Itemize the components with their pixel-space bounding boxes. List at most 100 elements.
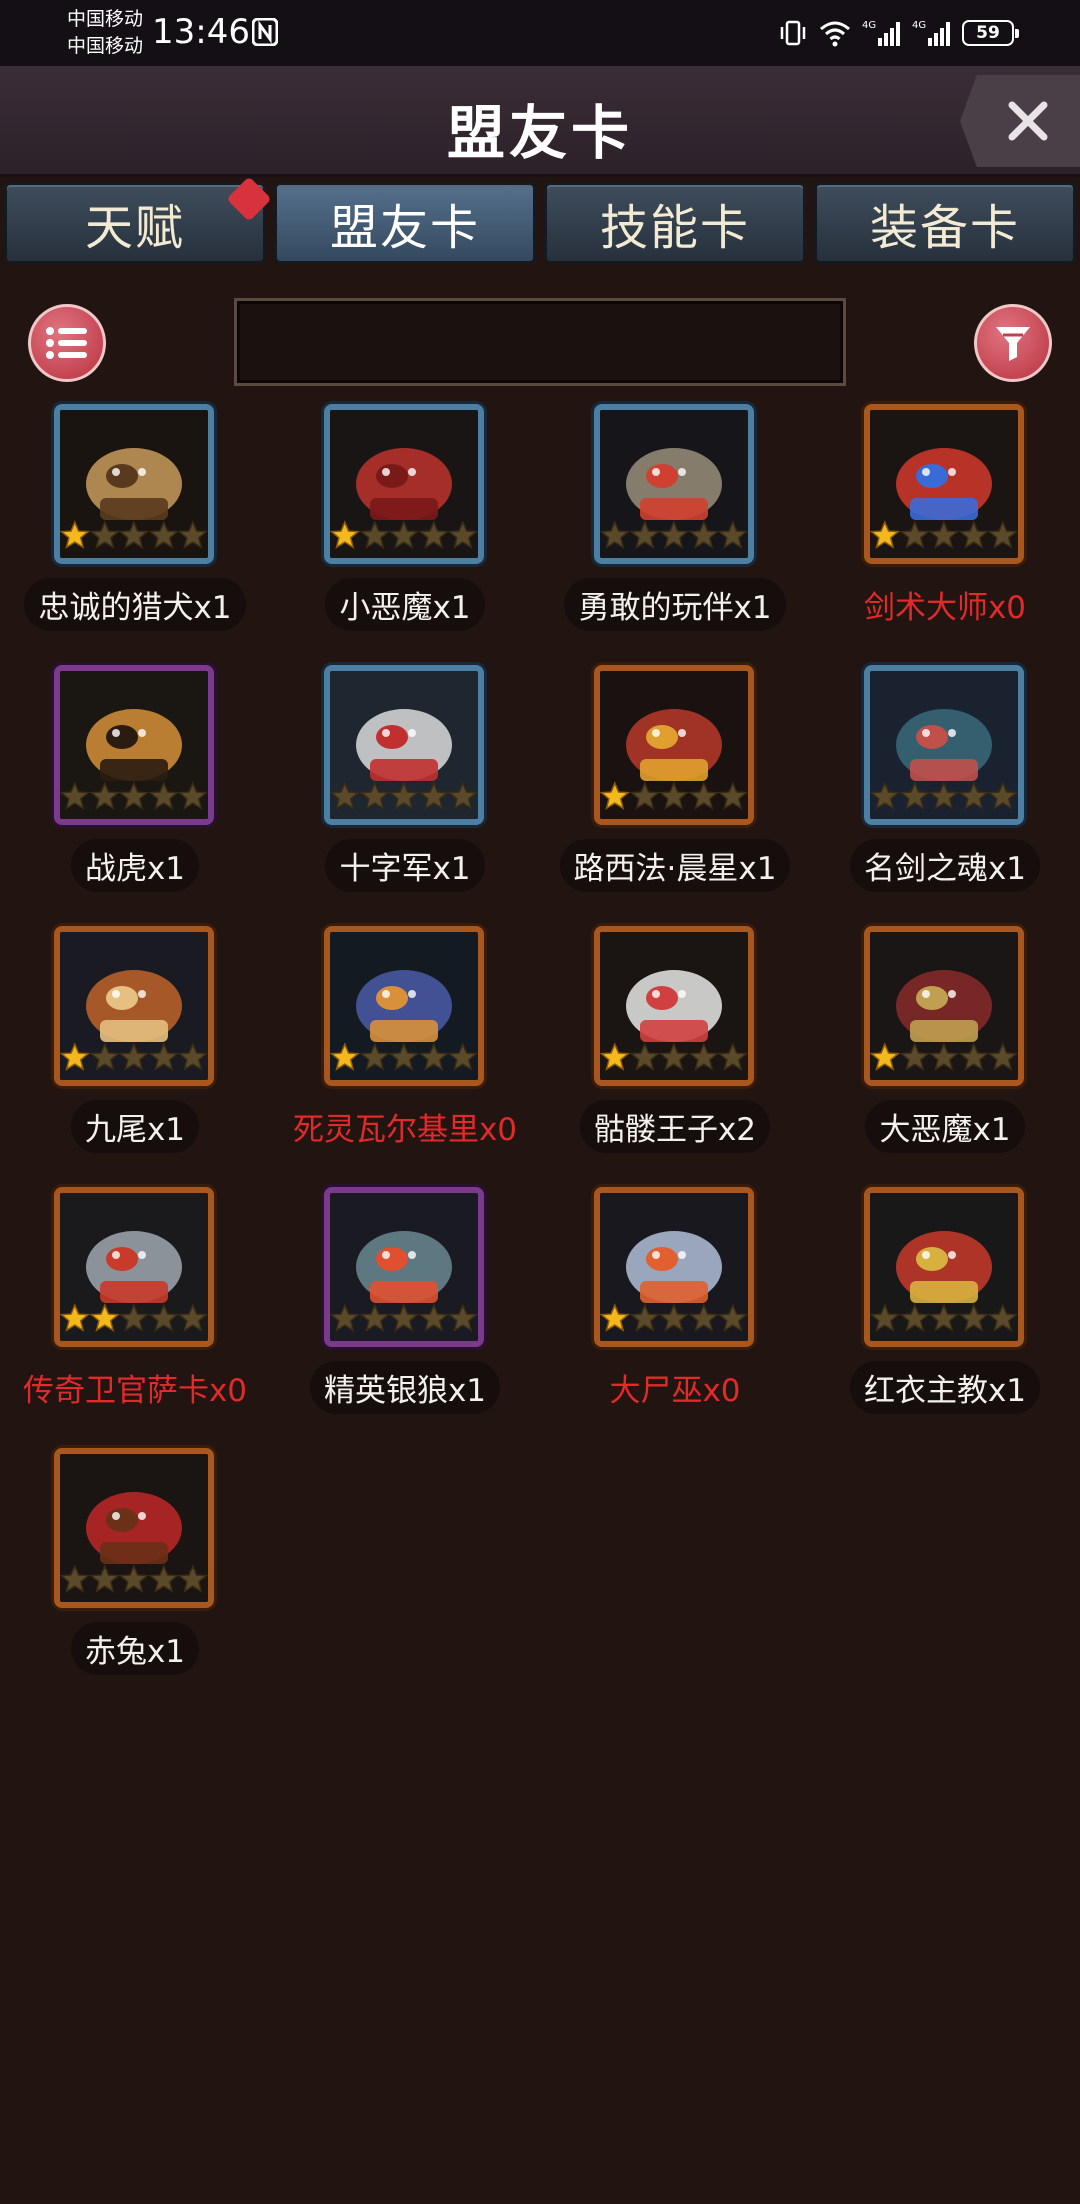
notification-badge	[226, 176, 272, 222]
ally-card[interactable]: 战虎x1	[0, 665, 270, 925]
ally-card[interactable]: 传奇卫官萨卡x0	[0, 1187, 270, 1447]
star-empty-icon	[389, 781, 419, 810]
star-rating	[60, 1562, 208, 1600]
vibrate-icon	[780, 20, 806, 46]
card-frame	[54, 926, 214, 1086]
star-rating	[870, 1040, 1018, 1078]
card-label: 死灵瓦尔基里x0	[270, 1096, 540, 1156]
card-name: 十字军x1	[325, 838, 485, 892]
card-frame	[54, 1187, 214, 1347]
tab-equipment-cards[interactable]: 装备卡	[814, 182, 1076, 264]
ally-card[interactable]: 红衣主教x1	[810, 1187, 1080, 1447]
card-name: 传奇卫官萨卡x0	[22, 1372, 248, 1409]
tab-label: 技能卡	[599, 200, 750, 256]
list-button[interactable]	[28, 304, 106, 382]
card-frame	[324, 665, 484, 825]
ally-card[interactable]: 名剑之魂x1	[810, 665, 1080, 925]
card-name: 死灵瓦尔基里x0	[292, 1111, 518, 1148]
card-frame	[594, 665, 754, 825]
star-empty-icon	[899, 520, 930, 549]
ally-card[interactable]: 十字军x1	[270, 665, 540, 925]
card-frame	[54, 665, 214, 825]
star-empty-icon	[718, 520, 748, 549]
ally-card[interactable]: 精英银狼x1	[270, 1187, 540, 1447]
ally-card[interactable]: 小恶魔x1	[270, 404, 540, 664]
star-empty-icon	[119, 781, 149, 810]
search-input[interactable]	[234, 298, 846, 386]
ally-card[interactable]: 路西法·晨星x1	[540, 665, 810, 925]
star-empty-icon	[148, 1042, 179, 1071]
ally-card[interactable]: 剑术大师x0	[810, 404, 1080, 664]
star-empty-icon	[688, 520, 719, 549]
star-empty-icon	[988, 781, 1018, 810]
tab-talent[interactable]: 天赋	[4, 176, 272, 264]
filter-button[interactable]	[974, 304, 1052, 382]
star-empty-icon	[958, 781, 989, 810]
star-empty-icon	[178, 520, 208, 549]
card-frame	[324, 404, 484, 564]
card-label: 战虎x1	[0, 835, 270, 895]
star-empty-icon	[89, 781, 120, 810]
page-title: 盟友卡	[446, 99, 633, 167]
star-empty-icon	[359, 520, 390, 549]
card-label: 大恶魔x1	[810, 1096, 1080, 1156]
signal-4g-icon: 4G	[912, 20, 950, 46]
card-label: 小恶魔x1	[270, 574, 540, 634]
star-empty-icon	[958, 1042, 989, 1071]
star-empty-icon	[359, 781, 390, 810]
star-empty-icon	[330, 781, 360, 810]
ally-card[interactable]: 忠诚的猎犬x1	[0, 404, 270, 664]
tab-ally-cards[interactable]: 盟友卡	[274, 182, 536, 264]
tab-skill-cards[interactable]: 技能卡	[544, 182, 806, 264]
star-rating	[330, 1301, 478, 1339]
card-name: 战虎x1	[70, 838, 200, 892]
star-empty-icon	[448, 1042, 478, 1071]
ally-card[interactable]: 骷髅王子x2	[540, 926, 810, 1186]
ally-card[interactable]: 赤兔x1	[0, 1448, 270, 1708]
star-empty-icon	[178, 1303, 208, 1332]
ally-card[interactable]: 死灵瓦尔基里x0	[270, 926, 540, 1186]
star-empty-icon	[330, 1303, 360, 1332]
ally-card[interactable]: 勇敢的玩伴x1	[540, 404, 810, 664]
star-empty-icon	[718, 781, 748, 810]
signal-4g-icon: 4G	[862, 20, 900, 46]
star-rating	[60, 779, 208, 817]
list-icon	[46, 327, 87, 359]
card-frame	[594, 404, 754, 564]
carrier-label-2: 中国移动	[67, 35, 144, 57]
card-frame	[864, 1187, 1024, 1347]
star-empty-icon	[988, 1042, 1018, 1071]
close-button[interactable]	[960, 75, 1080, 167]
star-empty-icon	[448, 1303, 478, 1332]
ally-card[interactable]: 大恶魔x1	[810, 926, 1080, 1186]
tab-label: 装备卡	[869, 200, 1020, 256]
card-frame	[54, 404, 214, 564]
star-empty-icon	[389, 1042, 419, 1071]
carrier-label-1: 中国移动	[67, 8, 144, 30]
star-rating	[60, 518, 208, 556]
star-empty-icon	[89, 520, 120, 549]
star-empty-icon	[629, 1303, 660, 1332]
star-empty-icon	[688, 1042, 719, 1071]
ally-card[interactable]: 大尸巫x0	[540, 1187, 810, 1447]
star-empty-icon	[659, 1303, 689, 1332]
card-name: 路西法·晨星x1	[559, 838, 791, 892]
card-frame	[54, 1448, 214, 1608]
star-empty-icon	[119, 1303, 149, 1332]
filter-icon	[996, 327, 1030, 361]
close-icon	[1008, 101, 1048, 141]
card-name: 忠诚的猎犬x1	[24, 577, 246, 631]
star-filled-icon	[330, 520, 360, 549]
star-empty-icon	[718, 1303, 748, 1332]
card-label: 剑术大师x0	[810, 574, 1080, 634]
star-empty-icon	[418, 520, 449, 549]
star-empty-icon	[688, 781, 719, 810]
ally-card[interactable]: 九尾x1	[0, 926, 270, 1186]
star-empty-icon	[988, 520, 1018, 549]
card-name: 小恶魔x1	[325, 577, 485, 631]
star-empty-icon	[389, 520, 419, 549]
status-bar: 中国移动 中国移动 13:46 4G 4G 59	[0, 0, 1080, 66]
star-empty-icon	[929, 1303, 959, 1332]
star-filled-icon	[600, 781, 630, 810]
star-empty-icon	[60, 1564, 90, 1593]
